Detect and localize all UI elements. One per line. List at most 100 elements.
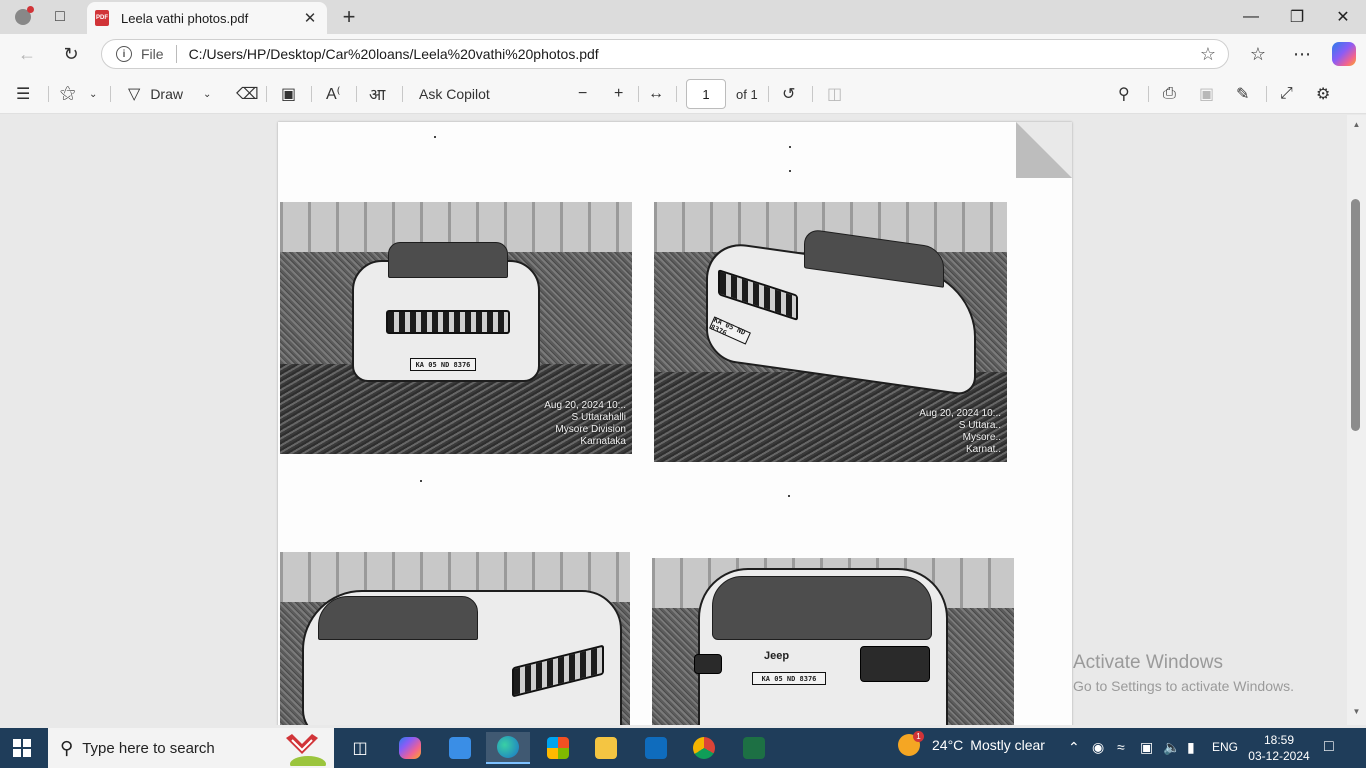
notification-icon[interactable]: □ — [1324, 738, 1334, 756]
refresh-button[interactable]: ↻ — [56, 40, 86, 68]
scan-speck — [789, 170, 791, 172]
clock[interactable]: 18:59 03-12-2024 — [1246, 732, 1312, 764]
scheme-label: File — [141, 46, 164, 62]
chrome-taskbar-button[interactable] — [682, 732, 726, 764]
save-as-button[interactable]: ✎ — [1236, 81, 1249, 107]
license-plate: KA 05 ND 8376 — [752, 672, 826, 685]
weather-condition: Mostly clear — [970, 737, 1045, 753]
edge-taskbar-button[interactable] — [486, 732, 530, 764]
pdf-toolbar: ☰ ⚝ ⌄ ▽ Draw ⌄ ⌫ ▣ A⁽ आ Ask Copilot − + … — [0, 74, 1366, 114]
find-button[interactable]: ⚲ — [1118, 81, 1130, 107]
store-taskbar-button[interactable] — [536, 732, 580, 764]
settings-more-button[interactable]: ⋯ — [1287, 40, 1317, 68]
highlight-dropdown[interactable]: ⌄ — [89, 81, 97, 107]
read-aloud-button[interactable]: A⁽ — [326, 81, 341, 107]
site-info-icon[interactable]: i — [116, 46, 132, 62]
add-text-button[interactable]: ▣ — [281, 81, 296, 107]
battery-icon[interactable]: ▮ — [1187, 739, 1195, 756]
scan-speck — [420, 480, 422, 482]
scan-speck — [434, 136, 436, 138]
rear-windshield — [712, 576, 932, 640]
draw-pen-icon: ▽ — [128, 86, 141, 103]
scroll-thumb[interactable] — [1351, 199, 1360, 431]
favorite-star-icon[interactable]: ☆ — [1200, 44, 1216, 65]
car-photo-front-angle: KA 05 ND 8376 Aug 20, 2024 10:.. S Uttar… — [654, 202, 1007, 462]
tab-actions-button[interactable]: □ — [45, 4, 75, 30]
tab-active[interactable]: PDF Leela vathi photos.pdf ✕ — [87, 2, 327, 34]
new-tab-button[interactable]: + — [334, 4, 364, 30]
plus-icon: + — [614, 85, 624, 102]
scroll-down-icon[interactable]: ▼ — [1350, 705, 1363, 718]
stamp-line: Mysore Division — [555, 424, 626, 435]
scan-speck — [788, 495, 790, 497]
favorites-button[interactable]: ☆ — [1243, 40, 1273, 68]
weather-widget[interactable]: 1 24°C Mostly clear — [898, 731, 1045, 756]
minimize-icon: — — [1243, 8, 1259, 25]
rotate-icon: ↺ — [782, 86, 796, 103]
wifi-icon[interactable]: ≈ — [1117, 739, 1125, 755]
language-indicator[interactable]: ENG — [1212, 740, 1238, 754]
excel-taskbar-button[interactable] — [732, 732, 776, 764]
search-icon: ⚲ — [1118, 86, 1130, 103]
address-input[interactable]: i File C:/Users/HP/Desktop/Car%20loans/L… — [101, 39, 1229, 69]
camera-icon[interactable]: ▣ — [1140, 739, 1153, 756]
address-bar-row: ← ↻ i File C:/Users/HP/Desktop/Car%20loa… — [0, 34, 1366, 74]
minimize-button[interactable]: — — [1228, 0, 1274, 34]
draw-button[interactable]: ▽ Draw — [128, 81, 183, 107]
tab-close-icon[interactable]: ✕ — [299, 7, 321, 29]
fit-width-icon: ↔ — [648, 85, 664, 102]
explorer-taskbar-button[interactable] — [584, 732, 628, 764]
volume-icon[interactable]: 🔈 — [1163, 739, 1180, 756]
page-view-button[interactable]: ◫ — [827, 81, 842, 107]
ask-copilot-button[interactable]: Ask Copilot — [419, 81, 490, 107]
tail-light-right — [860, 646, 930, 682]
restore-button[interactable]: ❐ — [1274, 0, 1320, 34]
highlighter-icon: ⚝ — [60, 85, 76, 102]
car-side-windows — [318, 596, 478, 640]
draw-dropdown[interactable]: ⌄ — [203, 81, 211, 107]
taskbar-search[interactable]: ⚲ Type here to search — [48, 728, 334, 768]
translate-button[interactable]: आ — [369, 81, 385, 107]
zoom-in-button[interactable]: + — [614, 81, 623, 107]
copilot-taskbar-button[interactable] — [388, 732, 432, 764]
vertical-scrollbar[interactable]: ▲ ▼ — [1347, 115, 1366, 725]
pdf-viewer[interactable]: KA 05 ND 8376 Aug 20, 2024 10:.. S Uttar… — [0, 115, 1366, 725]
windows-logo-icon — [23, 739, 31, 747]
weather-alert-badge: 1 — [913, 731, 924, 742]
url-text[interactable]: C:/Users/HP/Desktop/Car%20loans/Leela%20… — [189, 46, 1200, 62]
start-button[interactable] — [13, 739, 31, 757]
windows-logo-icon — [13, 739, 21, 747]
pdf-settings-button[interactable]: ⚙ — [1316, 81, 1330, 107]
divider — [768, 86, 769, 102]
outlook-taskbar-button[interactable] — [634, 732, 678, 764]
watermark-subtitle: Go to Settings to activate Windows. — [1073, 678, 1294, 694]
copilot-icon[interactable] — [1332, 42, 1356, 66]
search-icon: ⚲ — [60, 737, 74, 758]
zoom-out-button[interactable]: − — [578, 81, 587, 107]
close-window-button[interactable]: ✕ — [1320, 0, 1366, 34]
brand-badge: Jeep — [764, 650, 790, 662]
page-curl — [1016, 122, 1072, 178]
car-windshield — [388, 242, 508, 278]
fit-width-button[interactable]: ↔ — [648, 81, 664, 107]
title-bar: □ PDF Leela vathi photos.pdf ✕ + — ❐ ✕ — [0, 0, 1366, 34]
highlight-button[interactable]: ⚝ — [60, 81, 76, 107]
erase-button[interactable]: ⌫ — [236, 81, 259, 107]
task-view-button[interactable]: ◫ — [338, 732, 382, 764]
contents-button[interactable]: ☰ — [16, 81, 30, 107]
pinned-app-button[interactable] — [438, 732, 482, 764]
divider — [266, 86, 267, 102]
back-button[interactable]: ← — [12, 40, 42, 68]
rotate-button[interactable]: ↺ — [782, 81, 795, 107]
car-photo-side — [280, 552, 630, 725]
scroll-up-icon[interactable]: ▲ — [1350, 118, 1363, 131]
back-arrow-icon: ← — [18, 43, 36, 64]
page-number-input[interactable]: 1 — [686, 79, 726, 109]
print-button[interactable]: ⎙ — [1163, 81, 1176, 107]
show-hidden-icons[interactable]: ⌃ — [1068, 739, 1080, 756]
edge-icon — [497, 736, 519, 758]
divider — [1266, 86, 1267, 102]
fullscreen-button[interactable]: ⤢ — [1280, 81, 1293, 107]
location-icon[interactable]: ◉ — [1092, 739, 1104, 756]
save-button[interactable]: ▣ — [1199, 81, 1214, 107]
